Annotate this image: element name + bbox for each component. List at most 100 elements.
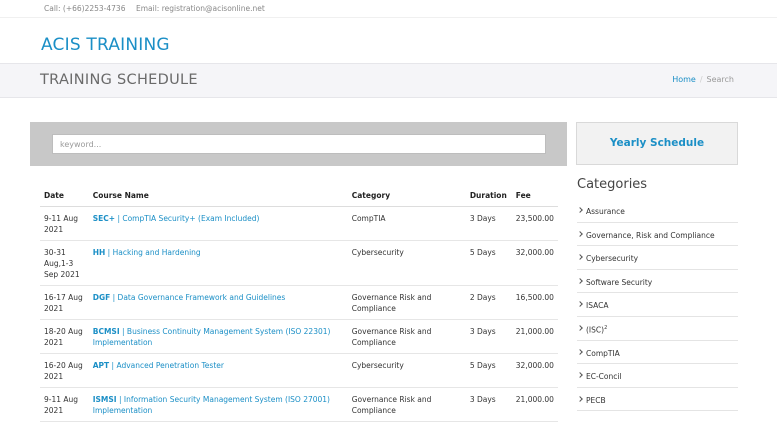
category-label: CompTIA: [586, 349, 620, 358]
category-label: Cybersecurity: [586, 254, 638, 263]
page-title: TRAINING SCHEDULE: [40, 72, 198, 88]
course-date: 16-17 Aug 2021: [40, 285, 89, 320]
category-label: Assurance: [586, 207, 625, 216]
chevron-right-icon: [577, 324, 586, 333]
course-duration: 2 Days: [465, 285, 512, 320]
category-text: ISACA: [586, 301, 609, 311]
category-label: PECB: [586, 396, 606, 405]
table-row: 9-11 Aug 2021 ISMSI | Information Securi…: [40, 387, 558, 422]
category-item[interactable]: (ISC)2: [577, 317, 738, 341]
course-name: HH | Hacking and Hardening: [88, 240, 348, 286]
course-link[interactable]: DGF | Data Governance Framework and Guid…: [93, 293, 286, 302]
breadcrumb: Home / Search: [672, 75, 734, 84]
course-category: Cybersecurity: [347, 240, 466, 286]
category-text: EC-Concil: [586, 372, 622, 382]
course-code: APT: [92, 360, 110, 370]
training-schedule-table: Date Course Name Category Duration Fee 9…: [40, 186, 558, 422]
category-text: PECB: [586, 395, 606, 405]
category-item[interactable]: ISACA: [577, 293, 738, 317]
course-category: Governance Risk and Compliance: [347, 319, 466, 354]
course-duration: 3 Days: [465, 387, 512, 422]
chevron-right-icon: [577, 348, 586, 357]
breadcrumb-current: Search: [706, 75, 734, 84]
course-duration: 3 Days: [465, 206, 512, 241]
site-header: ACIS TRAINING: [0, 17, 777, 63]
category-text: Software Security: [586, 277, 653, 287]
table-row: 16-20 Aug 2021 APT | Advanced Penetratio…: [40, 353, 558, 388]
course-name: DGF | Data Governance Framework and Guid…: [88, 285, 348, 320]
category-item[interactable]: PECB: [577, 388, 738, 412]
chevron-right-icon: [577, 300, 586, 309]
course-link[interactable]: APT | Advanced Penetration Tester: [93, 361, 224, 370]
category-item[interactable]: CompTIA: [577, 341, 738, 365]
course-title: Hacking and Hardening: [112, 247, 201, 257]
course-date: 16-20 Aug 2021: [40, 353, 89, 388]
course-code: BCMSI: [92, 326, 120, 336]
course-fee: 23,500.00: [511, 206, 558, 241]
chevron-right-icon: [577, 230, 586, 239]
search-input[interactable]: [52, 134, 546, 154]
column-header-fee: Fee: [511, 186, 558, 207]
course-date: 9-11 Aug 2021: [40, 387, 89, 422]
category-item[interactable]: Software Security: [577, 270, 738, 294]
breadcrumb-separator: /: [699, 75, 703, 84]
column-header-date: Date: [40, 186, 89, 207]
course-name: SEC+ | CompTIA Security+ (Exam Included): [88, 206, 348, 241]
course-date: 18-20 Aug 2021: [40, 319, 89, 354]
course-code: DGF: [92, 292, 111, 302]
course-category: CompTIA: [347, 206, 466, 241]
brand-name-part2: TRAINING: [86, 35, 170, 55]
course-name: APT | Advanced Penetration Tester: [88, 353, 348, 388]
contact-email: Email: registration@acisonline.net: [136, 4, 265, 13]
category-label: Governance, Risk and Compliance: [586, 231, 715, 240]
course-name: BCMSI | Business Continuity Management S…: [88, 319, 348, 354]
search-panel: [30, 122, 567, 166]
course-name: ISMSI | Information Security Management …: [88, 387, 348, 422]
course-link[interactable]: BCMSI | Business Continuity Management S…: [93, 327, 331, 347]
table-row: 30-31 Aug,1-3 Sep 2021 HH | Hacking and …: [40, 240, 558, 286]
column-header-course: Course Name: [88, 186, 348, 207]
table-row: 16-17 Aug 2021 DGF | Data Governance Fra…: [40, 285, 558, 320]
course-code: HH: [92, 247, 106, 257]
table-row: 18-20 Aug 2021 BCMSI | Business Continui…: [40, 319, 558, 354]
course-category: Governance Risk and Compliance: [347, 285, 466, 320]
category-text: Cybersecurity: [586, 254, 639, 264]
category-item[interactable]: EC-Concil: [577, 364, 738, 388]
course-duration: 3 Days: [465, 319, 512, 354]
breadcrumb-home-link[interactable]: Home: [672, 75, 696, 84]
course-date: 9-11 Aug 2021: [40, 206, 89, 241]
course-fee: 32,000.00: [511, 353, 558, 388]
course-title: Information Security Management System (…: [92, 394, 330, 415]
category-label: (ISC)2: [586, 325, 607, 335]
contact-phone: Call: (+66)2253-4736: [44, 4, 126, 13]
top-contact-bar: Call: (+66)2253-4736 Email: registration…: [0, 0, 777, 17]
column-header-duration: Duration: [465, 186, 512, 207]
category-item[interactable]: Cybersecurity: [577, 246, 738, 270]
category-superscript: 2: [604, 324, 608, 331]
chevron-right-icon: [577, 253, 586, 262]
categories-list: Assurance Governance, Risk and Complianc…: [577, 199, 738, 412]
course-category: Cybersecurity: [347, 353, 466, 388]
course-title: CompTIA Security+ (Exam Included): [122, 213, 260, 223]
category-text: Assurance: [586, 207, 625, 216]
chevron-right-icon: [577, 371, 586, 380]
brand-name-part1: ACIS: [41, 35, 81, 55]
course-fee: 21,000.00: [511, 319, 558, 354]
page-title-bar: TRAINING SCHEDULE Home / Search: [0, 63, 777, 98]
course-link[interactable]: ISMSI | Information Security Management …: [93, 395, 330, 415]
yearly-schedule-button[interactable]: Yearly Schedule: [576, 122, 738, 165]
category-label: ISACA: [586, 301, 608, 310]
column-header-category: Category: [347, 186, 466, 207]
course-date: 30-31 Aug,1-3 Sep 2021: [40, 240, 89, 286]
chevron-right-icon: [577, 395, 586, 404]
course-fee: 21,000.00: [511, 387, 558, 422]
course-fee: 16,500.00: [511, 285, 558, 320]
category-item[interactable]: Assurance: [577, 199, 738, 223]
course-duration: 5 Days: [465, 240, 512, 286]
table-row: 9-11 Aug 2021 SEC+ | CompTIA Security+ (…: [40, 206, 558, 241]
course-link[interactable]: HH | Hacking and Hardening: [93, 248, 201, 257]
chevron-right-icon: [577, 277, 586, 286]
site-logo[interactable]: ACIS TRAINING: [41, 35, 170, 55]
category-item[interactable]: Governance, Risk and Compliance: [577, 223, 738, 247]
course-link[interactable]: SEC+ | CompTIA Security+ (Exam Included): [93, 214, 260, 223]
